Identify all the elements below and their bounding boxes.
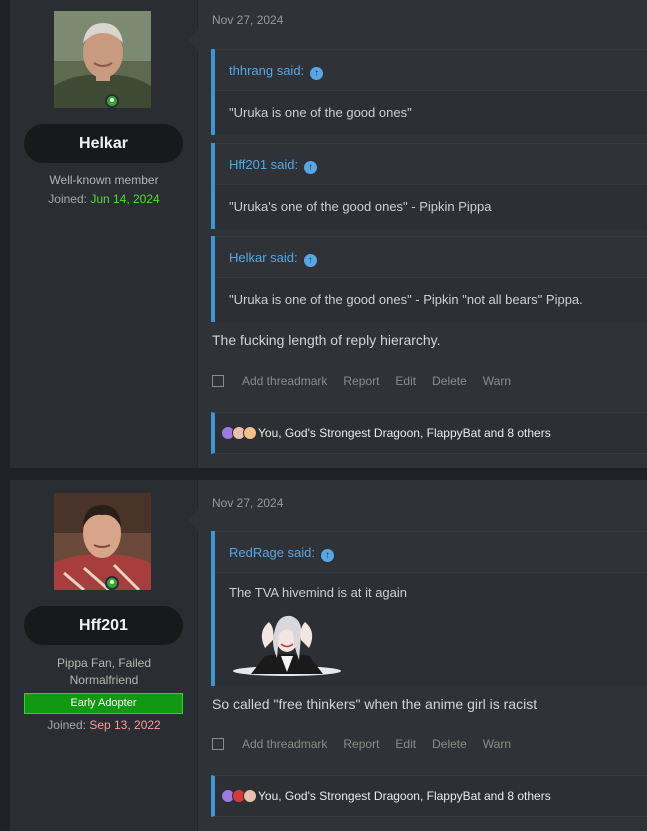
online-status-icon: [105, 94, 119, 108]
joined-info: Joined: Sep 13, 2022: [10, 718, 198, 732]
joined-label: Joined:: [48, 192, 87, 206]
quote-block: RedRage said: ↑ The TVA hivemind is at it…: [211, 531, 647, 686]
username[interactable]: Helkar: [24, 124, 183, 163]
quote-text: "Uruka is one of the good ones": [229, 105, 412, 120]
select-checkbox[interactable]: [212, 375, 224, 387]
quote-author[interactable]: Helkar said: ↑: [215, 236, 647, 278]
quote-author-label[interactable]: RedRage said:: [229, 545, 315, 560]
edit-link[interactable]: Edit: [395, 374, 416, 388]
user-info: Hff201 Pippa Fan, Failed Normalfriend Ea…: [10, 480, 198, 831]
reaction-icon: [243, 789, 257, 803]
joined-info: Joined: Jun 14, 2024: [10, 192, 198, 206]
post-arrow: [188, 30, 198, 50]
quote-author[interactable]: thhrang said: ↑: [215, 49, 647, 91]
warn-link[interactable]: Warn: [483, 374, 511, 388]
joined-label: Joined:: [47, 718, 86, 732]
quote-block: thhrang said: ↑ "Uruka is one of the good…: [211, 49, 647, 135]
post-date[interactable]: Nov 27, 2024: [212, 13, 283, 27]
quote-block: Helkar said: ↑ "Uruka is one of the good …: [211, 236, 647, 322]
post-message: So called "free thinkers" when the anime…: [212, 696, 538, 712]
post-actions: Add threadmark Report Edit Delete Warn: [212, 373, 527, 389]
quote-text: The TVA hivemind is at it again: [229, 585, 408, 600]
edit-link[interactable]: Edit: [395, 737, 416, 751]
reaction-icon: [243, 426, 257, 440]
quote-text: "Uruka is one of the good ones" - Pipkin…: [229, 292, 583, 307]
user-title: Pippa Fan, Failed Normalfriend: [56, 656, 152, 687]
avatar[interactable]: [54, 11, 151, 108]
post-body: Nov 27, 2024 thhrang said: ↑ "Uruka is on…: [188, 0, 647, 468]
select-checkbox[interactable]: [212, 738, 224, 750]
quote-author[interactable]: RedRage said: ↑: [215, 531, 647, 573]
arrow-up-circle-icon[interactable]: ↑: [303, 254, 317, 267]
avatar-image: [54, 493, 151, 590]
warn-link[interactable]: Warn: [483, 737, 511, 751]
quote-author[interactable]: Hff201 said: ↑: [215, 143, 647, 185]
avatar[interactable]: [54, 493, 151, 590]
add-threadmark-link[interactable]: Add threadmark: [242, 374, 327, 388]
user-info: Helkar Well-known member Joined: Jun 14,…: [10, 0, 198, 468]
sticker-image: [233, 615, 341, 676]
reaction-icons: [221, 426, 257, 440]
quote-text: "Uruka's one of the good ones" - Pipkin …: [229, 199, 492, 214]
reactions-bar[interactable]: You, God's Strongest Dragoon, FlappyBat …: [211, 775, 647, 817]
post: Helkar Well-known member Joined: Jun 14,…: [10, 0, 647, 468]
delete-link[interactable]: Delete: [432, 737, 467, 751]
joined-date: Jun 14, 2024: [90, 192, 160, 206]
report-link[interactable]: Report: [343, 737, 379, 751]
arrow-up-circle-icon[interactable]: ↑: [310, 67, 324, 80]
post-body: Nov 27, 2024 RedRage said: ↑ The TVA hive…: [188, 480, 647, 831]
add-threadmark-link[interactable]: Add threadmark: [242, 737, 327, 751]
user-badge: Early Adopter: [24, 693, 183, 714]
delete-link[interactable]: Delete: [432, 374, 467, 388]
post-actions: Add threadmark Report Edit Delete Warn: [212, 736, 527, 752]
online-status-icon: [105, 576, 119, 590]
arrow-up-circle-icon[interactable]: ↑: [304, 161, 318, 174]
quote-block: Hff201 said: ↑ "Uruka's one of the good o…: [211, 143, 647, 229]
post-message: The fucking length of reply hierarchy.: [212, 332, 441, 348]
quote-author-label[interactable]: Helkar said:: [229, 250, 298, 265]
post: Hff201 Pippa Fan, Failed Normalfriend Ea…: [10, 480, 647, 831]
reactions-text[interactable]: You, God's Strongest Dragoon, FlappyBat …: [258, 426, 551, 440]
quote-author-label[interactable]: Hff201 said:: [229, 157, 298, 172]
arrow-up-circle-icon[interactable]: ↑: [321, 549, 334, 562]
report-link[interactable]: Report: [343, 374, 379, 388]
post-date[interactable]: Nov 27, 2024: [212, 496, 283, 510]
username[interactable]: Hff201: [24, 606, 183, 645]
post-arrow: [188, 510, 198, 530]
reactions-text[interactable]: You, God's Strongest Dragoon, FlappyBat …: [258, 789, 551, 803]
joined-date: Sep 13, 2022: [89, 718, 161, 732]
reaction-icons: [221, 789, 257, 803]
reactions-bar[interactable]: You, God's Strongest Dragoon, FlappyBat …: [211, 412, 647, 454]
user-title: Well-known member: [49, 173, 159, 187]
avatar-image: [54, 11, 151, 108]
quote-author-label[interactable]: thhrang said:: [229, 63, 304, 78]
